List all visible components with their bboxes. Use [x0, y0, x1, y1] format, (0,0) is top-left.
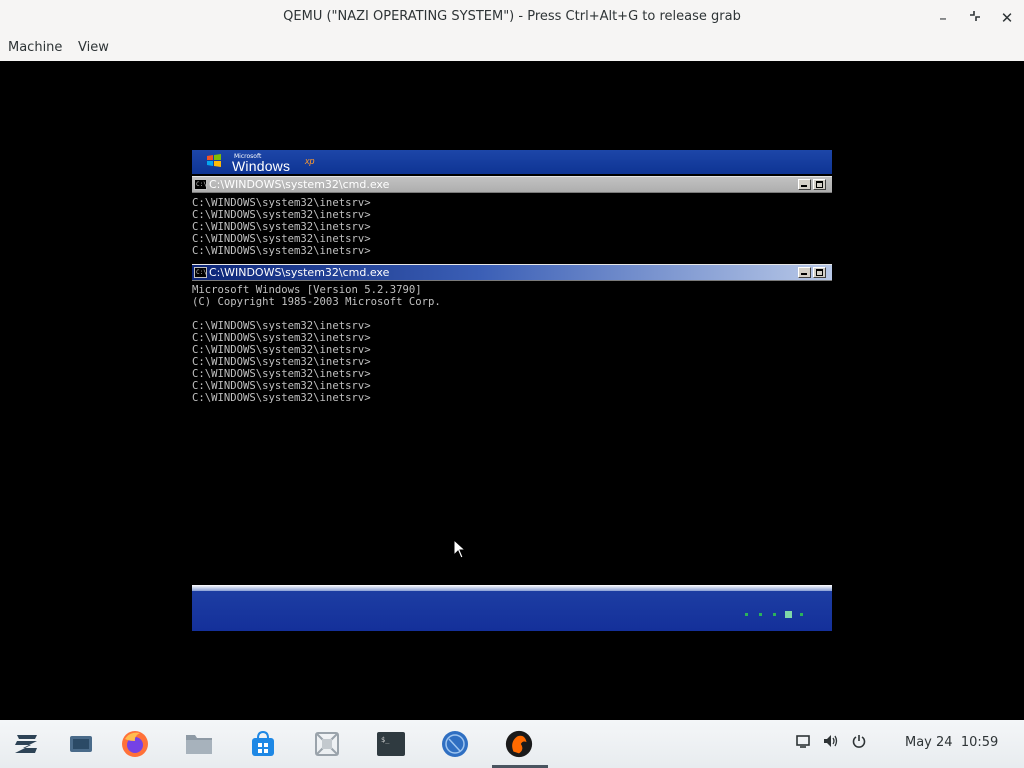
- windows-flag-icon: [207, 154, 221, 167]
- clock-date: May 24: [905, 735, 953, 750]
- volume-icon[interactable]: [822, 734, 840, 752]
- console-line: C:\WINDOWS\system32\inetsrv>: [192, 392, 371, 404]
- terminal-icon[interactable]: $_: [376, 729, 406, 759]
- cmd-window-1-console[interactable]: C:\WINDOWS\system32\inetsrv> C:\WINDOWS\…: [192, 196, 832, 259]
- console-line: C:\WINDOWS\system32\inetsrv>: [192, 221, 371, 233]
- console-line: C:\WINDOWS\system32\inetsrv>: [192, 368, 371, 380]
- console-line: C:\WINDOWS\system32\inetsrv>: [192, 356, 371, 368]
- minimize-icon[interactable]: [798, 267, 811, 278]
- cmd-window-1-title: C:\WINDOWS\system32\cmd.exe: [209, 178, 390, 191]
- zorin-menu-icon[interactable]: [12, 729, 42, 759]
- progress-dot: [773, 613, 776, 616]
- progress-dot: [759, 613, 762, 616]
- firefox-icon[interactable]: [120, 729, 150, 759]
- console-line: (C) Copyright 1985-2003 Microsoft Corp.: [192, 296, 441, 308]
- close-icon[interactable]: ✕: [997, 8, 1017, 28]
- window-title: QEMU ("NAZI OPERATING SYSTEM") - Press C…: [283, 9, 741, 24]
- maximize-icon[interactable]: [813, 267, 826, 278]
- menu-view[interactable]: View: [78, 40, 109, 55]
- clock[interactable]: May 24 10:59: [905, 735, 998, 750]
- minimize-icon[interactable]: [798, 179, 811, 190]
- restore-icon[interactable]: [965, 8, 985, 28]
- cmd-window-2-title: C:\WINDOWS\system32\cmd.exe: [209, 266, 390, 279]
- console-line: C:\WINDOWS\system32\inetsrv>: [192, 344, 371, 356]
- console-line: C:\WINDOWS\system32\inetsrv>: [192, 380, 371, 392]
- files-icon[interactable]: [184, 729, 214, 759]
- clock-time: 10:59: [960, 735, 999, 750]
- power-icon[interactable]: [850, 734, 868, 752]
- console-line: C:\WINDOWS\system32\inetsrv>: [192, 197, 371, 209]
- qemu-icon[interactable]: [504, 729, 534, 759]
- console-line: C:\WINDOWS\system32\inetsrv>: [192, 209, 371, 221]
- progress-dot-active: [785, 611, 792, 618]
- workspaces-icon[interactable]: [66, 729, 96, 759]
- screen-icon[interactable]: [794, 734, 812, 752]
- cmd-window-2-titlebar[interactable]: C:\ C:\WINDOWS\system32\cmd.exe: [192, 264, 832, 281]
- cmd-window-1-titlebar[interactable]: C:\ C:\WINDOWS\system32\cmd.exe: [192, 176, 832, 193]
- console-line: C:\WINDOWS\system32\inetsrv>: [192, 233, 371, 245]
- cmd-icon: C:\: [194, 179, 207, 190]
- console-line: C:\WINDOWS\system32\inetsrv>: [192, 332, 371, 344]
- software-store-icon[interactable]: [248, 729, 278, 759]
- dock: $_: [0, 720, 1024, 768]
- maximize-icon[interactable]: [813, 179, 826, 190]
- menu-machine[interactable]: Machine: [8, 40, 62, 55]
- xp-footer-bar: [192, 585, 832, 631]
- minimize-icon[interactable]: –: [933, 8, 953, 28]
- cmd-icon: C:\: [194, 267, 207, 278]
- console-line: C:\WINDOWS\system32\inetsrv>: [192, 245, 371, 257]
- cmd-window-2-console[interactable]: Microsoft Windows [Version 5.2.3790] (C)…: [192, 284, 832, 409]
- window-titlebar[interactable]: QEMU ("NAZI OPERATING SYSTEM") - Press C…: [0, 0, 1024, 36]
- guest-display[interactable]: Microsoft Windows xp C:\ C:\WINDOWS\syst…: [0, 61, 1024, 720]
- console-line: C:\WINDOWS\system32\inetsrv>: [192, 320, 371, 332]
- xp-footer-rule: [192, 585, 832, 591]
- progress-dot: [800, 613, 803, 616]
- archive-icon[interactable]: [312, 729, 342, 759]
- xp-logo-windows: Windows: [232, 158, 291, 174]
- mouse-pointer-icon: [453, 539, 465, 559]
- network-globe-icon[interactable]: [440, 729, 470, 759]
- xp-logo-xp: xp: [305, 156, 315, 166]
- progress-dot: [745, 613, 748, 616]
- menu-bar: Machine View: [0, 36, 1024, 61]
- console-line: Microsoft Windows [Version 5.2.3790]: [192, 284, 422, 296]
- svg-text:$_: $_: [381, 736, 390, 744]
